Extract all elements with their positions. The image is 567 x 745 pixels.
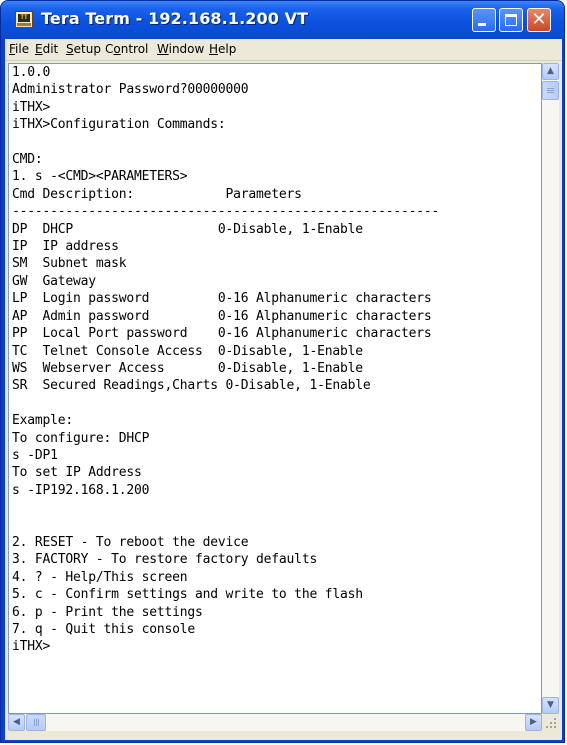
close-icon: ✕ [531,9,547,30]
teraterm-app-icon[interactable]: TT [15,11,33,28]
arrow-up-icon: ▲ [547,66,554,76]
grip-dot [554,718,556,720]
app-icon-base [17,23,31,26]
app-icon-screen: TT [18,14,30,22]
terminal-line: SR Secured Readings,Charts 0-Disable, 1-… [12,378,371,394]
terminal-line: CMD: [12,152,43,168]
minimize-icon [478,23,486,26]
terminal-line: 1. s -<CMD><PARAMETERS> [12,169,188,185]
arrow-left-icon: ◀ [13,717,20,727]
terminal-line: Administrator Password?00000000 [12,82,249,98]
scroll-left-button[interactable]: ◀ [8,714,25,731]
menu-item-file[interactable]: File [9,42,29,56]
terminal-line: 2. RESET - To reboot the device [12,534,249,550]
title-bar[interactable]: TT Tera Term - 192.168.1.200 VT ✕ [1,1,564,39]
teraterm-window: TT Tera Term - 192.168.1.200 VT ✕ File Ed… [0,0,565,743]
thumb-grip-line [34,719,35,726]
scroll-up-button[interactable]: ▲ [542,63,559,80]
scroll-right-button[interactable]: ▶ [525,714,542,731]
menu-item-edit[interactable]: Edit [35,42,58,56]
horizontal-scroll-thumb[interactable] [26,714,46,731]
terminal-line: s -IP192.168.1.200 [12,482,150,498]
thumb-grip-line [36,719,37,726]
terminal-line: s -DP1 [12,447,58,463]
terminal-line: GW Gateway [12,273,96,289]
terminal-line: iTHX> [12,99,51,115]
grip-dot [554,722,556,724]
terminal-line: Cmd Description: Parameters [12,186,302,202]
terminal-line: 3. FACTORY - To restore factory defaults [12,552,318,568]
thumb-grip-line [547,92,554,93]
terminal-line: 1.0.0 [12,65,51,80]
arrow-right-icon: ▶ [530,717,537,727]
minimize-button[interactable] [472,8,496,32]
resize-grip[interactable] [542,714,559,731]
arrow-down-icon: ▼ [547,700,554,710]
menu-item-help[interactable]: Help [209,42,236,56]
terminal-line: iTHX> [12,639,51,655]
horizontal-scrollbar[interactable]: ◀ ▶ [8,714,542,731]
maximize-icon [505,14,517,26]
terminal-line: To configure: DHCP [12,430,150,446]
terminal-line: 6. p - Print the settings [12,604,203,620]
vertical-scrollbar[interactable]: ▲ ▼ [542,63,559,714]
terminal-line: 7. q - Quit this console [12,622,196,637]
terminal-line: WS Webserver Access 0-Disable, 1-Enable [12,360,363,376]
terminal-line: ----------------------------------------… [12,204,440,220]
terminal-line: To set IP Address [12,465,142,481]
terminal-line: SM Subnet mask [12,256,127,272]
scroll-down-button[interactable]: ▼ [542,697,559,714]
terminal-line: IP IP address [12,239,119,255]
terminal-line: DP DHCP 0-Disable, 1-Enable [12,221,363,237]
terminal-line: 4. ? - Help/This screen [12,569,188,585]
menu-bar: File Edit Setup Control Window Help [5,39,562,61]
grip-dot [554,726,556,728]
vertical-scroll-thumb[interactable] [542,81,559,100]
terminal-line: PP Local Port password 0-16 Alphanumeric… [12,326,432,342]
terminal-output: 1.0.0 Administrator Password?00000000 iTHX… [12,64,439,656]
terminal-screen[interactable]: 1.0.0 Administrator Password?00000000 iTHX… [8,63,542,714]
terminal-line: Example: [12,413,74,429]
terminal-line: TC Telnet Console Access 0-Disable, 1-En… [12,343,363,359]
grip-dot [546,726,548,728]
client-area: 1.0.0 Administrator Password?00000000 iTHX… [5,61,562,740]
terminal-line: 5. c - Confirm settings and write to the… [12,587,363,603]
terminal-line: AP Admin password 0-16 Alphanumeric char… [12,308,432,324]
maximize-button[interactable] [499,8,523,32]
terminal-line: LP Login password 0-16 Alphanumeric char… [12,291,432,307]
window-title: Tera Term - 192.168.1.200 VT [41,9,309,28]
close-button[interactable]: ✕ [527,8,551,32]
menu-item-window[interactable]: Window [157,42,204,56]
thumb-grip-line [38,719,39,726]
terminal-line: iTHX>Configuration Commands: [12,117,226,133]
grip-dot [550,726,552,728]
thumb-grip-line [547,88,554,89]
menu-item-setup[interactable]: Setup [66,42,101,56]
thumb-grip-line [547,90,554,91]
grip-dot [550,722,552,724]
menu-item-control[interactable]: Control [105,42,148,56]
